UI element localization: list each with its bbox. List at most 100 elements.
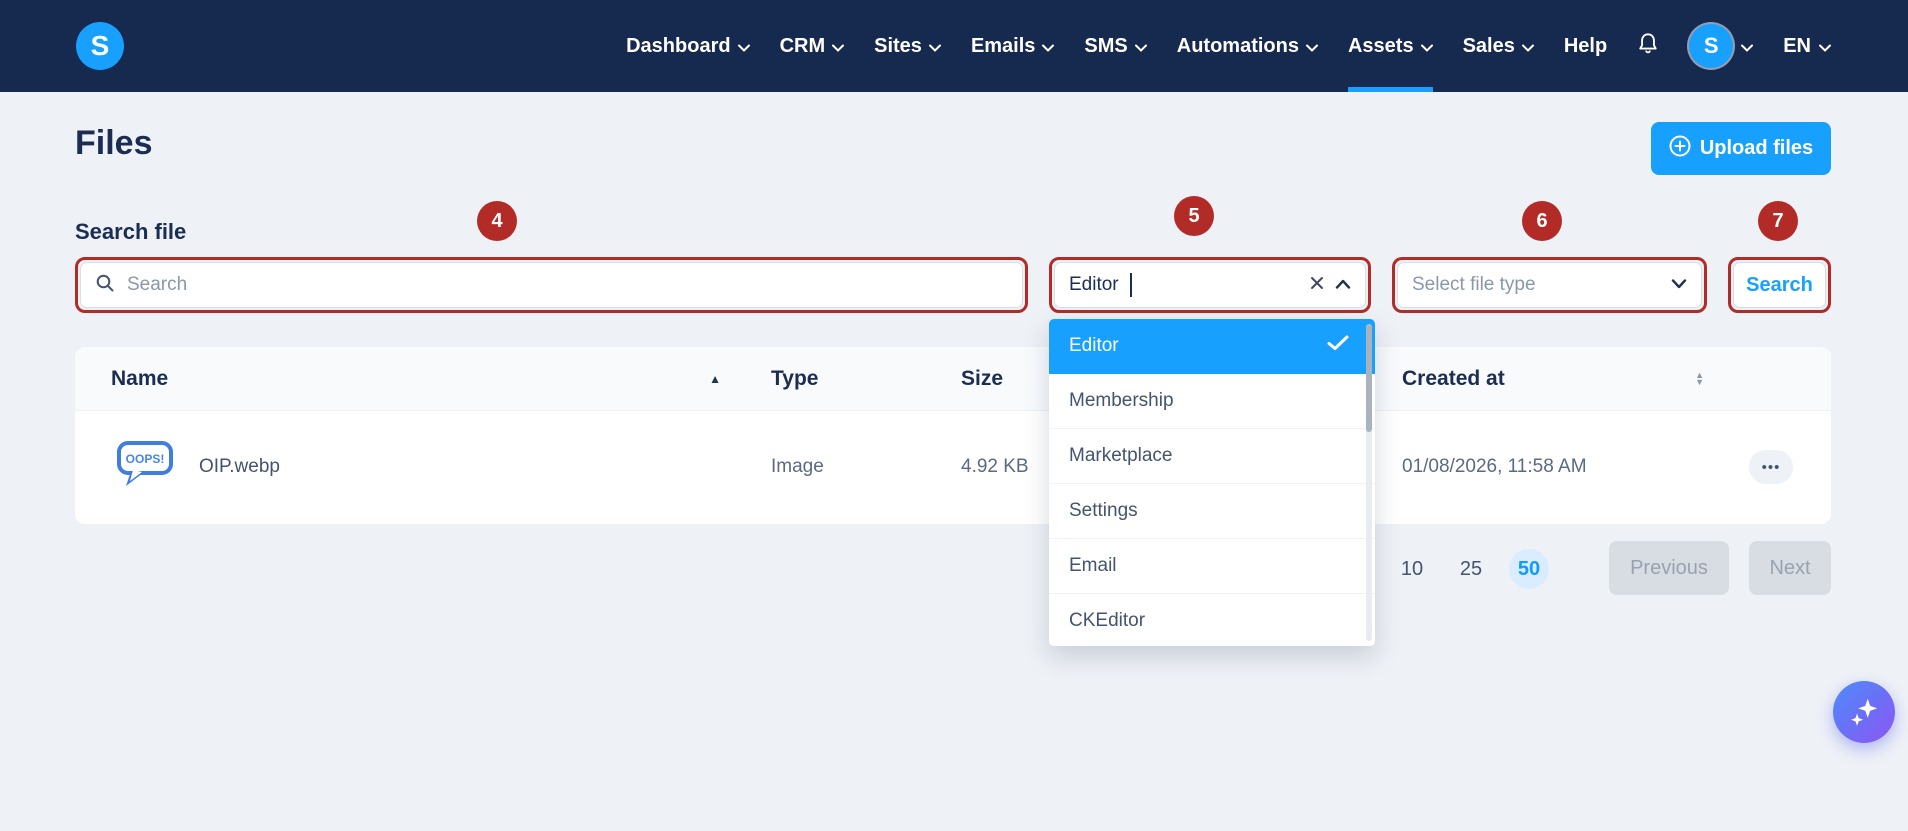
nav-dashboard-label: Dashboard xyxy=(626,34,731,57)
dropdown-item-label: Marketplace xyxy=(1069,445,1173,466)
file-type-placeholder: Select file type xyxy=(1412,274,1536,295)
nav-crm[interactable]: CRM xyxy=(780,0,845,92)
page-title: Files xyxy=(75,124,153,162)
bell-icon xyxy=(1637,31,1659,61)
dropdown-item-label: Settings xyxy=(1069,500,1138,521)
dropdown-item-label: Membership xyxy=(1069,390,1174,411)
page-size-10[interactable]: 10 xyxy=(1392,549,1432,589)
top-navbar: S Dashboard CRM Sites Emails SMS Automat… xyxy=(0,0,1908,92)
nav-automations[interactable]: Automations xyxy=(1177,0,1318,92)
nav-assets-label: Assets xyxy=(1347,34,1414,57)
dropdown-item-settings[interactable]: Settings xyxy=(1049,484,1375,539)
app-logo[interactable]: S xyxy=(76,22,124,70)
notifications-button[interactable] xyxy=(1637,31,1659,61)
nav-crm-label: CRM xyxy=(779,34,826,57)
dropdown-item-label: CKEditor xyxy=(1069,610,1146,631)
nav-dashboard[interactable]: Dashboard xyxy=(626,0,750,92)
page-size-25[interactable]: 25 xyxy=(1451,549,1491,589)
annotation-outline-category: Editor xyxy=(1049,257,1371,313)
search-input[interactable] xyxy=(125,273,1008,297)
dropdown-item-ckeditor[interactable]: CKEditor xyxy=(1049,594,1375,646)
file-type-cell: Image xyxy=(771,456,824,477)
upload-files-button[interactable]: Upload files xyxy=(1651,122,1831,175)
ai-assistant-button[interactable] xyxy=(1833,681,1895,743)
check-icon xyxy=(1327,335,1349,357)
search-section-label: Search file xyxy=(75,219,187,244)
annotation-outline-filetype: Select file type xyxy=(1392,257,1707,313)
chevron-down-icon xyxy=(1042,35,1055,58)
chevron-down-icon xyxy=(832,35,845,58)
dropdown-scrollbar-thumb[interactable] xyxy=(1366,324,1372,432)
chevron-down-icon xyxy=(928,35,941,58)
search-button[interactable]: Search xyxy=(1733,262,1826,308)
table-header-row: Name ▲ Type Size Created at ▲ ▼ xyxy=(75,347,1831,410)
user-avatar-letter: S xyxy=(1703,33,1719,58)
chevron-up-icon[interactable] xyxy=(1335,276,1351,294)
nav-sites[interactable]: Sites xyxy=(874,0,941,92)
sort-both-icon: ▲ ▼ xyxy=(1695,369,1704,387)
search-icon xyxy=(95,273,115,298)
chevron-down-icon xyxy=(1305,35,1318,58)
dropdown-item-marketplace[interactable]: Marketplace xyxy=(1049,429,1375,484)
language-label: EN xyxy=(1783,34,1811,57)
next-page-button[interactable]: Next xyxy=(1749,541,1831,595)
category-combobox[interactable]: Editor xyxy=(1054,262,1366,308)
previous-page-button[interactable]: Previous xyxy=(1609,541,1729,595)
plus-circle-icon xyxy=(1669,135,1691,163)
app-logo-letter: S xyxy=(90,30,110,61)
column-header-type[interactable]: Type xyxy=(771,367,961,391)
row-actions-button[interactable]: ••• xyxy=(1749,450,1793,484)
column-header-name[interactable]: Name ▲ xyxy=(75,367,771,391)
chevron-down-icon xyxy=(737,35,750,58)
column-created-label: Created at xyxy=(1402,366,1505,390)
category-dropdown-panel: Editor Membership Marketplace Settings E… xyxy=(1049,319,1375,646)
annotation-badge-6: 6 xyxy=(1522,201,1562,241)
chevron-down-icon xyxy=(1741,35,1754,58)
main-nav: Dashboard CRM Sites Emails SMS Automatio… xyxy=(626,0,1831,92)
clear-x-icon[interactable] xyxy=(1309,275,1325,296)
page-size-50-selected[interactable]: 50 xyxy=(1509,549,1549,589)
chevron-down-icon xyxy=(1134,35,1147,58)
file-thumbnail: OOPS! xyxy=(115,439,175,495)
file-actions-cell: ••• xyxy=(1749,450,1831,484)
sort-ascending-icon: ▲ xyxy=(709,371,721,386)
table-row: OOPS! OIP.webp Image 4.92 KB 01/08/2026,… xyxy=(75,410,1831,523)
user-menu[interactable]: S xyxy=(1689,24,1754,68)
nav-help-label: Help xyxy=(1563,34,1608,57)
nav-assets[interactable]: Assets xyxy=(1348,0,1433,92)
page: S Dashboard CRM Sites Emails SMS Automat… xyxy=(0,0,1908,831)
dropdown-item-label: Email xyxy=(1069,555,1117,576)
user-avatar: S xyxy=(1689,24,1734,68)
annotation-outline-searchbtn: Search xyxy=(1728,257,1831,313)
nav-automations-label: Automations xyxy=(1176,34,1299,57)
thumbnail-text: OOPS! xyxy=(126,452,165,466)
dropdown-item-email[interactable]: Email xyxy=(1049,539,1375,594)
dropdown-item-label: Editor xyxy=(1069,335,1119,356)
file-name[interactable]: OIP.webp xyxy=(199,456,280,478)
nav-help[interactable]: Help xyxy=(1564,0,1607,92)
text-cursor xyxy=(1129,273,1132,297)
nav-emails[interactable]: Emails xyxy=(970,0,1055,92)
dropdown-item-membership[interactable]: Membership xyxy=(1049,374,1375,429)
nav-sms[interactable]: SMS xyxy=(1084,0,1147,92)
language-selector[interactable]: EN xyxy=(1783,35,1831,58)
chevron-down-icon xyxy=(1671,276,1687,294)
chevron-down-icon xyxy=(1819,35,1831,58)
file-created-cell: 01/08/2026, 11:58 AM xyxy=(1402,456,1587,477)
nav-sales[interactable]: Sales xyxy=(1463,0,1534,92)
nav-sms-label: SMS xyxy=(1084,34,1128,57)
nav-emails-label: Emails xyxy=(970,34,1036,57)
annotation-badge-4: 4 xyxy=(477,201,517,241)
chevron-down-icon xyxy=(1420,35,1433,58)
nav-sites-label: Sites xyxy=(874,34,922,57)
annotation-badge-7: 7 xyxy=(1758,201,1798,241)
nav-sales-label: Sales xyxy=(1462,34,1515,57)
upload-files-label: Upload files xyxy=(1699,137,1814,159)
column-header-created-at[interactable]: Created at ▲ ▼ xyxy=(1402,367,1749,391)
file-search-field[interactable] xyxy=(80,262,1023,308)
column-name-label: Name xyxy=(111,366,169,390)
dropdown-item-editor[interactable]: Editor xyxy=(1049,319,1375,374)
file-type-select[interactable]: Select file type xyxy=(1397,262,1702,308)
sparkles-icon xyxy=(1848,695,1880,730)
annotation-badge-5: 5 xyxy=(1174,196,1214,236)
